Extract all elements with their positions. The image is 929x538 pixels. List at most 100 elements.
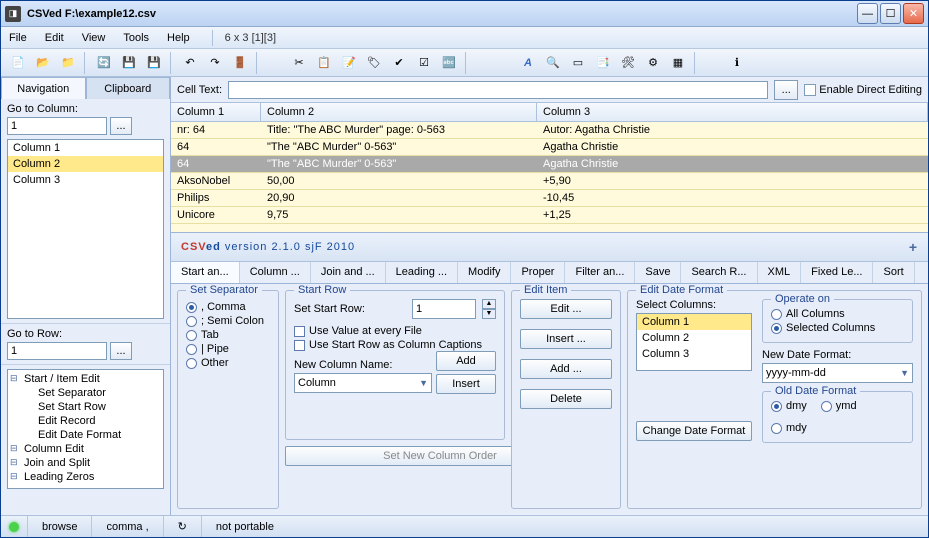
enable-direct-editing[interactable]: Enable Direct Editing [804,84,922,96]
separator-radio[interactable]: Other [186,357,270,369]
goto-column-input[interactable] [7,117,107,135]
separator-radio[interactable]: | Pipe [186,343,270,355]
lower-tab[interactable]: Leading ... [386,262,458,283]
copy-icon[interactable]: 📋 [313,52,335,74]
table-row[interactable]: AksoNobel50,00+5,90 [171,173,928,190]
goto-row-label: Go to Row: [7,328,164,340]
lower-tab[interactable]: Column ... [240,262,311,283]
lower-tab[interactable]: Filter an... [565,262,635,283]
oldfmt-radio[interactable]: ymd [821,400,857,412]
use-value-every-file[interactable]: Use Value at every File [294,325,496,337]
lower-tab[interactable]: Sort [873,262,914,283]
edit-button[interactable]: Edit ... [520,299,612,319]
add-button[interactable]: Add ... [520,359,612,379]
column-list-item[interactable]: Column 2 [8,156,163,172]
open-icon[interactable]: 📂 [32,52,54,74]
maximize-button[interactable]: ☐ [880,3,901,24]
doc-icon[interactable]: 📑 [592,52,614,74]
saveas-icon[interactable]: 💾 [143,52,165,74]
menu-status: 6 x 3 [1][3] [212,30,280,46]
set-separator-group: Set Separator , Comma; Semi ColonTab| Pi… [177,290,279,509]
column-list-item[interactable]: Column 3 [8,172,163,188]
menu-help[interactable]: Help [163,30,194,46]
undo-icon[interactable]: ↶ [179,52,201,74]
operate-radio[interactable]: Selected Columns [771,322,904,334]
oldfmt-radio[interactable]: mdy [771,422,807,434]
lower-tab[interactable]: Join and ... [311,262,386,283]
status-refresh-icon: ↻ [163,516,201,537]
new-icon[interactable]: 📄 [7,52,29,74]
grid-icon[interactable]: ▦ [667,52,689,74]
tools-icon[interactable]: 🛠 [617,52,639,74]
rename-icon[interactable]: 🏷 [363,52,385,74]
gear-icon[interactable]: ⚙ [642,52,664,74]
table-row[interactable]: 64"The "ABC Murder" 0-563"Agatha Christi… [171,139,928,156]
cut-icon[interactable]: ✂ [288,52,310,74]
lower-tab[interactable]: Modify [458,262,511,283]
info-icon[interactable]: ℹ [726,52,748,74]
celltext-button[interactable]: ... [774,80,798,100]
separator-radio[interactable]: , Comma [186,301,270,313]
save-icon[interactable]: 💾 [118,52,140,74]
goto-row-button[interactable]: ... [110,342,132,360]
separator-radio[interactable]: Tab [186,329,270,341]
spinner-down[interactable]: ▼ [482,309,496,319]
form-icon[interactable]: ▭ [567,52,589,74]
menu-view[interactable]: View [78,30,110,46]
tree-view[interactable]: Start / Item EditSet SeparatorSet Start … [7,369,164,489]
refresh-icon[interactable]: 🔄 [93,52,115,74]
font-icon[interactable]: A [517,52,539,74]
new-column-select[interactable]: Column▼ [294,373,432,393]
tab-clipboard[interactable]: Clipboard [86,77,171,99]
app-icon: ◨ [5,6,21,22]
separator-radio[interactable]: ; Semi Colon [186,315,270,327]
add-column-button[interactable]: Add [436,351,496,371]
data-grid[interactable]: Column 1 Column 2 Column 3 nr: 64Title: … [171,103,928,233]
open2-icon[interactable]: 📁 [57,52,79,74]
lower-tab[interactable]: XML [758,262,802,283]
celltext-input[interactable] [228,81,768,99]
apply-icon[interactable]: ✔ [388,52,410,74]
spinner-up[interactable]: ▲ [482,299,496,309]
table-row[interactable]: Philips20,90-10,45 [171,190,928,207]
operate-radio[interactable]: All Columns [771,308,904,320]
table-row[interactable]: 64"The "ABC Murder" 0-563"Agatha Christi… [171,156,928,173]
new-date-select[interactable]: yyyy-mm-dd▼ [762,363,913,383]
lower-tab[interactable]: Save [635,262,681,283]
menu-file[interactable]: File [5,30,31,46]
menu-edit[interactable]: Edit [41,30,68,46]
insert-button[interactable]: Insert ... [520,329,612,349]
redo-icon[interactable]: ↷ [204,52,226,74]
start-row-input[interactable] [412,299,476,319]
goto-column-button[interactable]: ... [110,117,132,135]
grid-header[interactable]: Column 2 [261,103,537,121]
goto-row-input[interactable] [7,342,107,360]
lower-tab[interactable]: Fixed Le... [801,262,873,283]
grid-header[interactable]: Column 3 [537,103,928,121]
table-row[interactable]: Unicore9,75+1,25 [171,207,928,224]
grid-header[interactable]: Column 1 [171,103,261,121]
table-row[interactable]: nr: 64Title: "The ABC Murder" page: 0-56… [171,122,928,139]
insert-column-button[interactable]: Insert [436,374,496,394]
select-columns-list[interactable]: Column 1Column 2Column 3 [636,313,752,371]
lower-tab[interactable]: Search R... [681,262,757,283]
delete-button[interactable]: Delete [520,389,612,409]
check-icon[interactable]: ☑ [413,52,435,74]
use-startrow-captions[interactable]: Use Start Row as Column Captions [294,339,496,351]
lower-tab[interactable]: Start an... [171,262,240,284]
lower-tab[interactable]: Proper [511,262,565,283]
ab-icon[interactable]: 🔤 [438,52,460,74]
exit-icon[interactable]: 🚪 [229,52,251,74]
close-button[interactable]: ✕ [903,3,924,24]
oldfmt-radio[interactable]: dmy [771,400,807,412]
expand-icon[interactable]: + [909,239,918,255]
column-list-item[interactable]: Column 1 [8,140,163,156]
search-icon[interactable]: 🔍 [542,52,564,74]
minimize-button[interactable]: — [857,3,878,24]
status-portable: not portable [201,516,288,537]
paste-icon[interactable]: 📝 [338,52,360,74]
change-date-button[interactable]: Change Date Format [636,421,752,441]
menu-tools[interactable]: Tools [119,30,153,46]
column-list[interactable]: Column 1Column 2Column 3 [7,139,164,319]
tab-navigation[interactable]: Navigation [1,77,86,99]
